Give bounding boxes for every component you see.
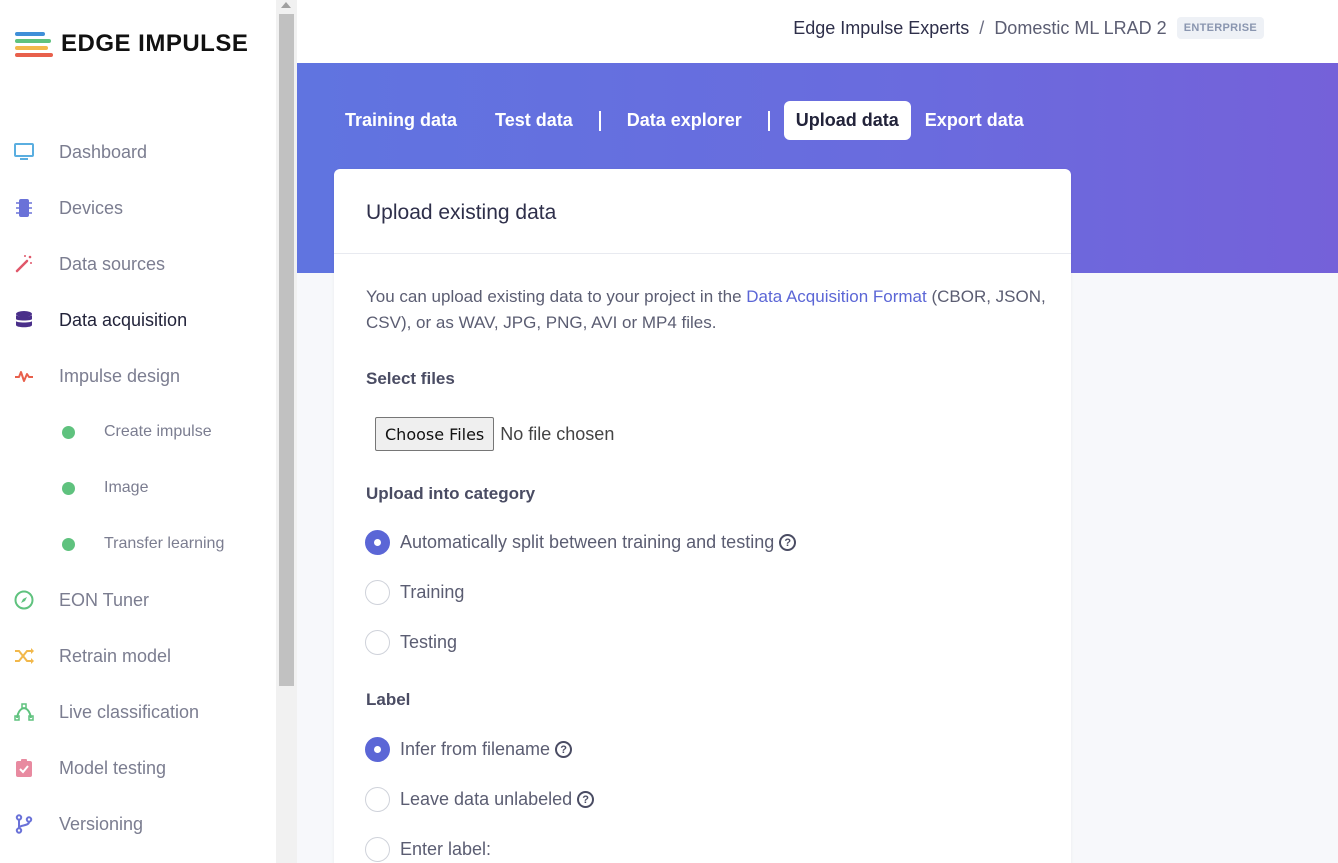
shuffle-icon [14,646,34,666]
data-acquisition-format-link[interactable]: Data Acquisition Format [746,287,926,306]
radio-leave-unlabeled[interactable]: Leave data unlabeled ? [365,787,595,812]
sidebar: EDGE IMPULSE Dashboard Devices Data sour… [0,0,276,863]
sidebar-item-label: Retrain model [59,645,172,666]
tab-divider [598,110,601,131]
radio-button[interactable] [365,737,390,762]
sidebar-item-label: EON Tuner [59,589,150,610]
choose-files-button[interactable]: Choose Files [375,417,495,451]
radio-label: Testing [400,632,458,652]
top-header: Edge Impulse Experts / Domestic ML LRAD … [297,0,1338,63]
radio-testing[interactable]: Testing [365,630,457,655]
label-section-title: Label [366,690,411,709]
sidebar-item-label: Impulse design [59,365,181,386]
monitor-icon [14,142,34,162]
radio-label: Infer from filename [400,739,551,759]
file-input[interactable]: Choose Files No file chosen [375,417,614,451]
breadcrumb-org[interactable]: Edge Impulse Experts [793,18,969,39]
sidebar-scrollbar[interactable] [276,0,297,863]
select-files-label: Select files [366,369,455,388]
status-dot-icon [62,537,75,551]
sidebar-item-label: Versioning [59,813,144,834]
upload-description: You can upload existing data to your pro… [366,284,1056,336]
upload-category-label: Upload into category [366,484,536,503]
sidebar-item-devices[interactable]: Devices [0,188,276,228]
sidebar-item-retrain-model[interactable]: Retrain model [0,636,276,676]
help-icon[interactable]: ? [577,791,595,808]
radio-button[interactable] [365,837,390,862]
clipboard-check-icon [14,758,34,778]
edge-impulse-logo[interactable]: EDGE IMPULSE [15,29,248,59]
brand-name: EDGE IMPULSE [61,30,249,57]
compass-icon [14,590,34,610]
database-icon [14,310,34,330]
description-text: You can upload existing data to your pro… [366,287,747,306]
file-status: No file chosen [500,423,615,444]
tab-training-data[interactable]: Training data [333,101,469,140]
sidebar-item-label: Data sources [59,253,166,274]
status-dot-icon [62,425,75,439]
breadcrumb-separator: / [979,17,985,38]
radio-training[interactable]: Training [365,580,464,605]
scroll-up-arrow-icon[interactable] [281,2,291,8]
sidebar-item-label: Transfer learning [104,535,225,552]
radio-infer-from-filename[interactable]: Infer from filename ? [365,737,573,762]
git-branch-icon [14,814,34,834]
enterprise-badge: ENTERPRISE [1176,17,1264,39]
sidebar-subitem-transfer-learning[interactable]: Transfer learning [0,524,276,564]
radio-auto-split[interactable]: Automatically split between training and… [365,530,797,555]
radio-label: Training [400,582,465,602]
pulse-icon [14,366,34,386]
sidebar-item-live-classification[interactable]: Live classification [0,692,276,732]
upload-card: Upload existing data You can upload exis… [334,169,1071,863]
tab-upload-data[interactable]: Upload data [783,101,911,140]
sidebar-item-data-sources[interactable]: Data sources [0,244,276,284]
tab-divider [767,110,770,131]
sidebar-item-model-testing[interactable]: Model testing [0,748,276,788]
radio-button[interactable] [365,630,390,655]
radio-button[interactable] [365,530,390,555]
chip-icon [14,198,34,218]
sidebar-item-label: Model testing [59,757,167,778]
tab-data-explorer[interactable]: Data explorer [615,101,754,140]
tab-test-data[interactable]: Test data [483,101,585,140]
magic-wand-icon [14,254,34,274]
sidebar-item-impulse-design[interactable]: Impulse design [0,356,276,396]
help-icon[interactable]: ? [555,741,573,758]
help-icon[interactable]: ? [779,534,797,551]
radio-label: Leave data unlabeled [400,789,573,809]
sidebar-item-label: Data acquisition [59,309,188,330]
status-dot-icon [62,481,75,495]
sidebar-item-eon-tuner[interactable]: EON Tuner [0,580,276,620]
curve-icon [14,702,34,722]
scrollbar-thumb[interactable] [279,14,294,686]
sidebar-item-label: Live classification [59,701,200,722]
radio-enter-label[interactable]: Enter label: [365,837,491,862]
radio-label: Enter label: [400,839,492,859]
sidebar-item-dashboard[interactable]: Dashboard [0,132,276,172]
tab-export-data[interactable]: Export data [913,101,1036,140]
sidebar-subitem-create-impulse[interactable]: Create impulse [0,412,276,452]
breadcrumb-project[interactable]: Domestic ML LRAD 2 [994,18,1166,39]
sidebar-item-label: Image [104,479,149,496]
radio-button[interactable] [365,787,390,812]
card-title: Upload existing data [334,169,1071,254]
data-tabs: Training data Test data Data explorer Up… [333,101,1036,140]
sidebar-item-label: Dashboard [59,141,148,162]
radio-button[interactable] [365,580,390,605]
sidebar-item-label: Devices [59,197,124,218]
sidebar-item-label: Create impulse [104,423,212,440]
sidebar-item-versioning[interactable]: Versioning [0,804,276,844]
sidebar-subitem-image[interactable]: Image [0,468,276,508]
radio-label: Automatically split between training and… [400,532,775,552]
sidebar-item-data-acquisition[interactable]: Data acquisition [0,300,276,340]
logo-icon [15,29,53,59]
breadcrumb: Edge Impulse Experts / Domestic ML LRAD … [793,17,1264,39]
